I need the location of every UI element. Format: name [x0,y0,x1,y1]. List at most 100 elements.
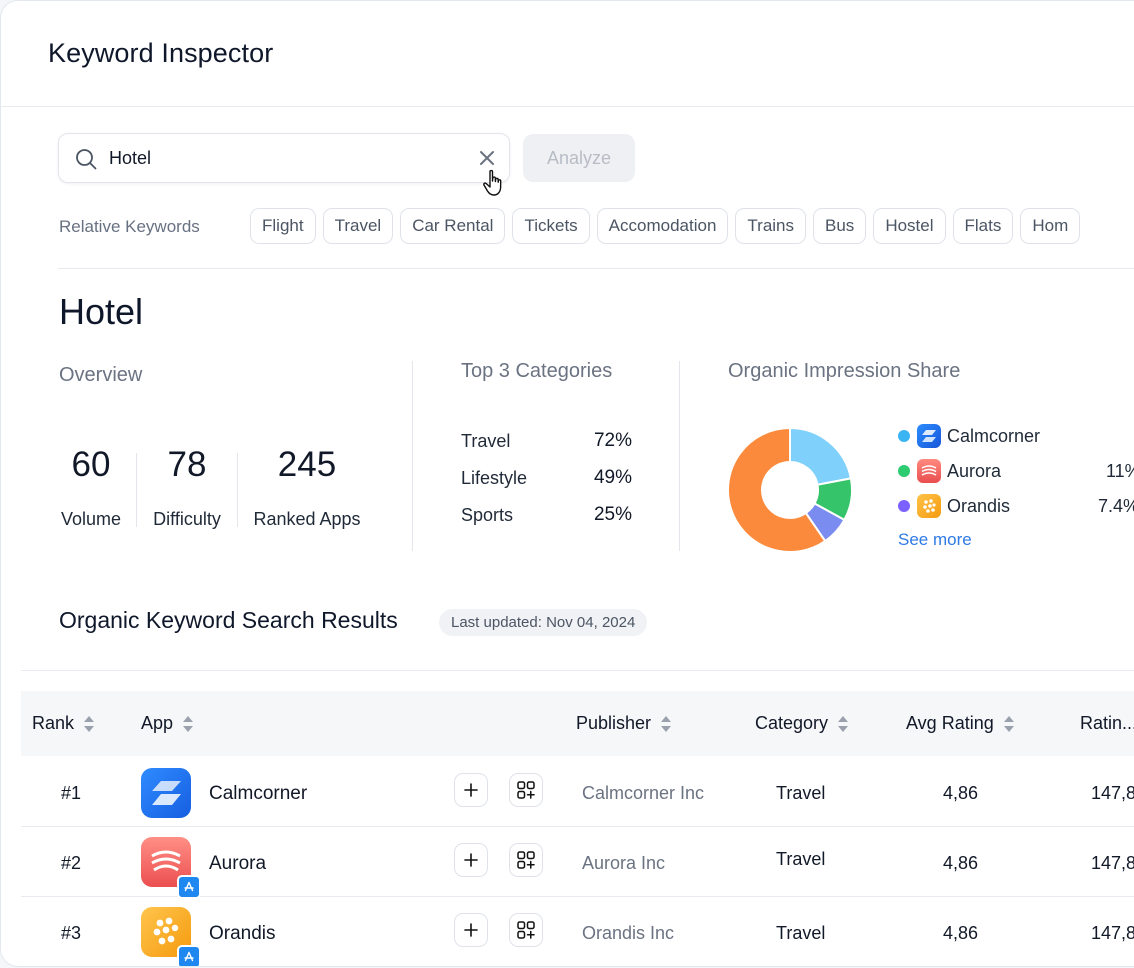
add-to-collection-button[interactable] [509,843,543,877]
add-button[interactable] [454,913,488,947]
legend-item: Aurora [898,458,1001,484]
legend-percent: 11% [1106,461,1134,481]
keyword-chip[interactable]: Trains [735,208,807,244]
table-row[interactable]: #2 Aurora Aurora Inc Travel 4,86 147,8 [21,827,1134,899]
calmcorner-logo-icon [141,768,191,818]
search-icon [76,149,97,170]
legend-item: Orandis [898,493,1010,519]
add-to-collection-button[interactable] [509,913,543,947]
rank-cell: #1 [61,783,82,803]
aurora-logo-icon [917,459,941,483]
column-label: Rank [32,713,75,733]
keyword-chip[interactable]: Flats [952,208,1014,244]
keyword-chip[interactable]: Hom [1020,208,1081,244]
divider [21,670,1134,671]
impression-share-label: Organic Impression Share [728,360,961,382]
divider [412,361,413,551]
category-value: 72% [593,430,632,451]
last-updated-badge: Last updated: Nov 04, 2024 [439,609,648,636]
avg-rating-cell: 4,86 [943,923,979,943]
legend-dot [898,430,910,442]
search-box[interactable] [58,133,510,183]
category-value: 25% [593,504,632,525]
ratings-count-cell: 147,8 [1091,783,1134,803]
column-header-publisher[interactable]: Publisher [576,691,672,756]
app-name[interactable]: Calmcorner [209,783,307,805]
column-label: Ratin... [1080,713,1134,733]
sort-icon[interactable] [83,713,95,735]
table-row[interactable]: #1 Calmcorner Calmcorner Inc Travel 4,86… [21,757,1134,827]
app-name[interactable]: Orandis [209,923,276,945]
publisher-cell[interactable]: Orandis Inc [582,923,674,944]
impression-share-donut-chart [727,427,853,553]
relative-keywords-label: Relative Keywords [59,217,200,236]
column-label: Category [755,713,829,733]
legend-name: Aurora [947,460,1002,481]
keyword-chip[interactable]: Hostel [873,208,946,244]
category-name: Lifestyle [461,468,528,488]
column-header-category[interactable]: Category [755,691,849,756]
category-name: Sports [461,505,514,525]
title-bar: Keyword Inspector [1,1,1134,107]
keyword-chip[interactable]: Flight [250,208,316,244]
search-input[interactable] [109,134,469,182]
keyword-heading: Hotel [59,291,144,332]
column-label: Avg Rating [906,713,994,733]
keyword-chip[interactable]: Accomodation [596,208,729,244]
publisher-cell[interactable]: Aurora Inc [582,853,665,874]
ranked-apps-value: 245 [277,445,337,484]
ratings-count-cell: 147,8 [1091,853,1134,873]
volume-value: 60 [71,445,111,484]
legend-name: Calmcorner [947,425,1041,446]
plus-icon [464,853,478,867]
table-header: Rank App Publisher Category Avg Rating R… [21,691,1134,756]
see-more-link[interactable]: See more [898,530,972,550]
column-header-avg-rating[interactable]: Avg Rating [906,691,1015,756]
results-title: Organic Keyword Search Results [59,607,398,633]
app-store-icon [177,945,201,966]
add-to-collection-button[interactable] [509,773,543,807]
column-header-ratings[interactable]: Ratin... [1080,691,1134,756]
ratings-count-cell: 147,8 [1091,923,1134,943]
analyze-button[interactable]: Analyze [523,134,635,182]
column-header-rank[interactable]: Rank [32,691,95,756]
legend-item: Calmcorner [898,423,1040,449]
category-cell: Travel [776,923,826,943]
keyword-chip[interactable]: Car Rental [400,208,506,244]
keyword-chip[interactable]: Bus [813,208,867,244]
add-grid-icon [517,921,535,939]
add-grid-icon [517,781,535,799]
sort-icon[interactable] [837,713,849,735]
add-button[interactable] [454,843,488,877]
rank-cell: #3 [61,923,82,943]
avg-rating-cell: 4,86 [943,853,979,873]
column-label: Publisher [576,713,652,733]
app-name[interactable]: Aurora [209,853,266,875]
volume-label: Volume [60,509,122,529]
difficulty-value: 78 [167,445,207,484]
top-categories-label: Top 3 Categories [461,360,613,382]
column-label: App [141,713,174,733]
sort-icon[interactable] [182,713,194,735]
sort-icon[interactable] [1003,713,1015,735]
legend-name: Orandis [947,495,1011,516]
hand-cursor-icon [483,169,502,196]
divider [136,453,137,527]
close-icon[interactable] [477,148,497,168]
difficulty-label: Difficulty [153,509,221,529]
keyword-chip[interactable]: Tickets [512,208,590,244]
column-header-app[interactable]: App [141,691,194,756]
legend-percent: 7.4% [1098,496,1134,516]
keyword-inspector-panel: Keyword Inspector Analyze Relative Keywo… [0,0,1134,967]
category-cell: Travel [776,849,826,869]
keyword-chip[interactable]: Travel [322,208,394,244]
sort-icon[interactable] [660,713,672,735]
plus-icon [464,923,478,937]
divider [58,268,1134,269]
legend-dot [898,500,910,512]
table-row[interactable]: #3 Orandis Orandis Inc Travel 4,86 147,8 [21,897,1134,966]
plus-icon [464,783,478,797]
publisher-cell[interactable]: Calmcorner Inc [582,783,704,804]
add-button[interactable] [454,773,488,807]
category-value: 49% [593,467,632,488]
